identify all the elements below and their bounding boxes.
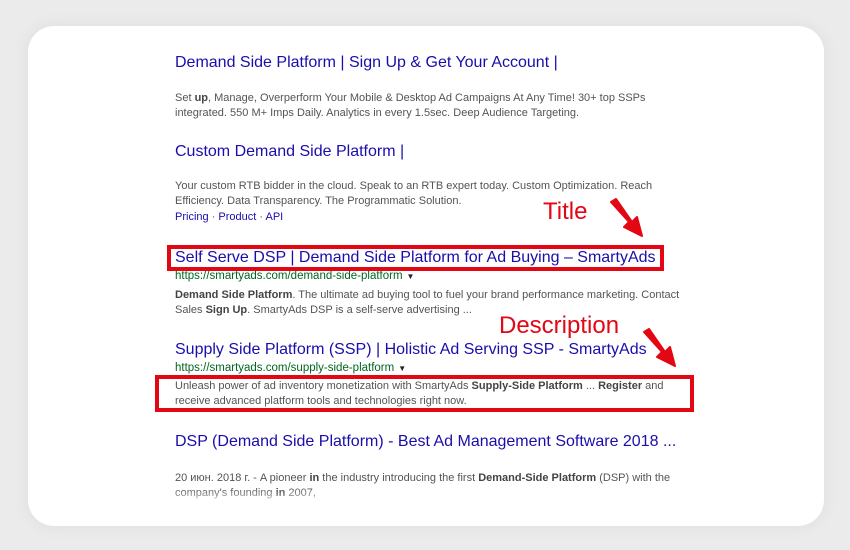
caret-down-icon[interactable]: ▼ (398, 364, 406, 373)
result-title-2[interactable]: Custom Demand Side Platform | (175, 142, 404, 162)
snippet-bold-text: Demand-Side Platform (478, 472, 597, 484)
result-sitelinks-2: Pricing · Product · API (175, 210, 283, 224)
result-snippet-3: Demand Side Platform. The ultimate ad bu… (175, 288, 700, 318)
snippet-bold-text: up (194, 92, 209, 104)
sitelink-product[interactable]: Product (218, 211, 256, 223)
sitelink-pricing[interactable]: Pricing (175, 211, 209, 223)
caret-down-icon[interactable]: ▼ (407, 272, 415, 281)
description-annotation-label: Description (499, 312, 620, 339)
title-annotation-label: Title (543, 198, 588, 225)
result-url-text: https://smartyads.com/supply-side-platfo… (175, 362, 395, 374)
search-results: Demand Side Platform | Sign Up & Get You… (0, 0, 850, 550)
result-url-text: https://smartyads.com/demand-side-platfo… (175, 270, 403, 282)
snippet-text: , Manage, Overperform Your Mobile & Desk… (175, 92, 646, 119)
sitelink-separator: · (208, 211, 219, 223)
snippet-bold-text: in (309, 472, 320, 484)
bottom-fade (150, 488, 730, 508)
snippet-bold-text: Demand Side Platform (175, 289, 293, 301)
result-title-1[interactable]: Demand Side Platform | Sign Up & Get You… (175, 53, 558, 73)
description-arrow-icon (643, 328, 676, 367)
description-highlight-box (155, 375, 694, 412)
sitelink-api[interactable]: API (266, 211, 284, 223)
result-title-4[interactable]: Supply Side Platform (SSP) | Holistic Ad… (175, 340, 647, 360)
sitelink-separator: · (256, 211, 266, 223)
snippet-text: . SmartyAds DSP is a self-serve advertis… (247, 304, 472, 316)
snippet-text: Set (175, 92, 195, 104)
result-snippet-1: Set up, Manage, Overperform Your Mobile … (175, 91, 700, 121)
title-arrow-icon (610, 198, 643, 237)
result-url-3[interactable]: https://smartyads.com/demand-side-platfo… (175, 269, 414, 284)
result-url-4[interactable]: https://smartyads.com/supply-side-platfo… (175, 361, 406, 376)
title-highlight-box (167, 245, 664, 271)
result-title-5[interactable]: DSP (Demand Side Platform) - Best Ad Man… (175, 432, 676, 452)
snippet-text: the industry introducing the first (319, 472, 479, 484)
snippet-text: 20 июн. 2018 г. - A pioneer (175, 472, 310, 484)
snippet-bold-text: Sign Up (205, 304, 248, 316)
